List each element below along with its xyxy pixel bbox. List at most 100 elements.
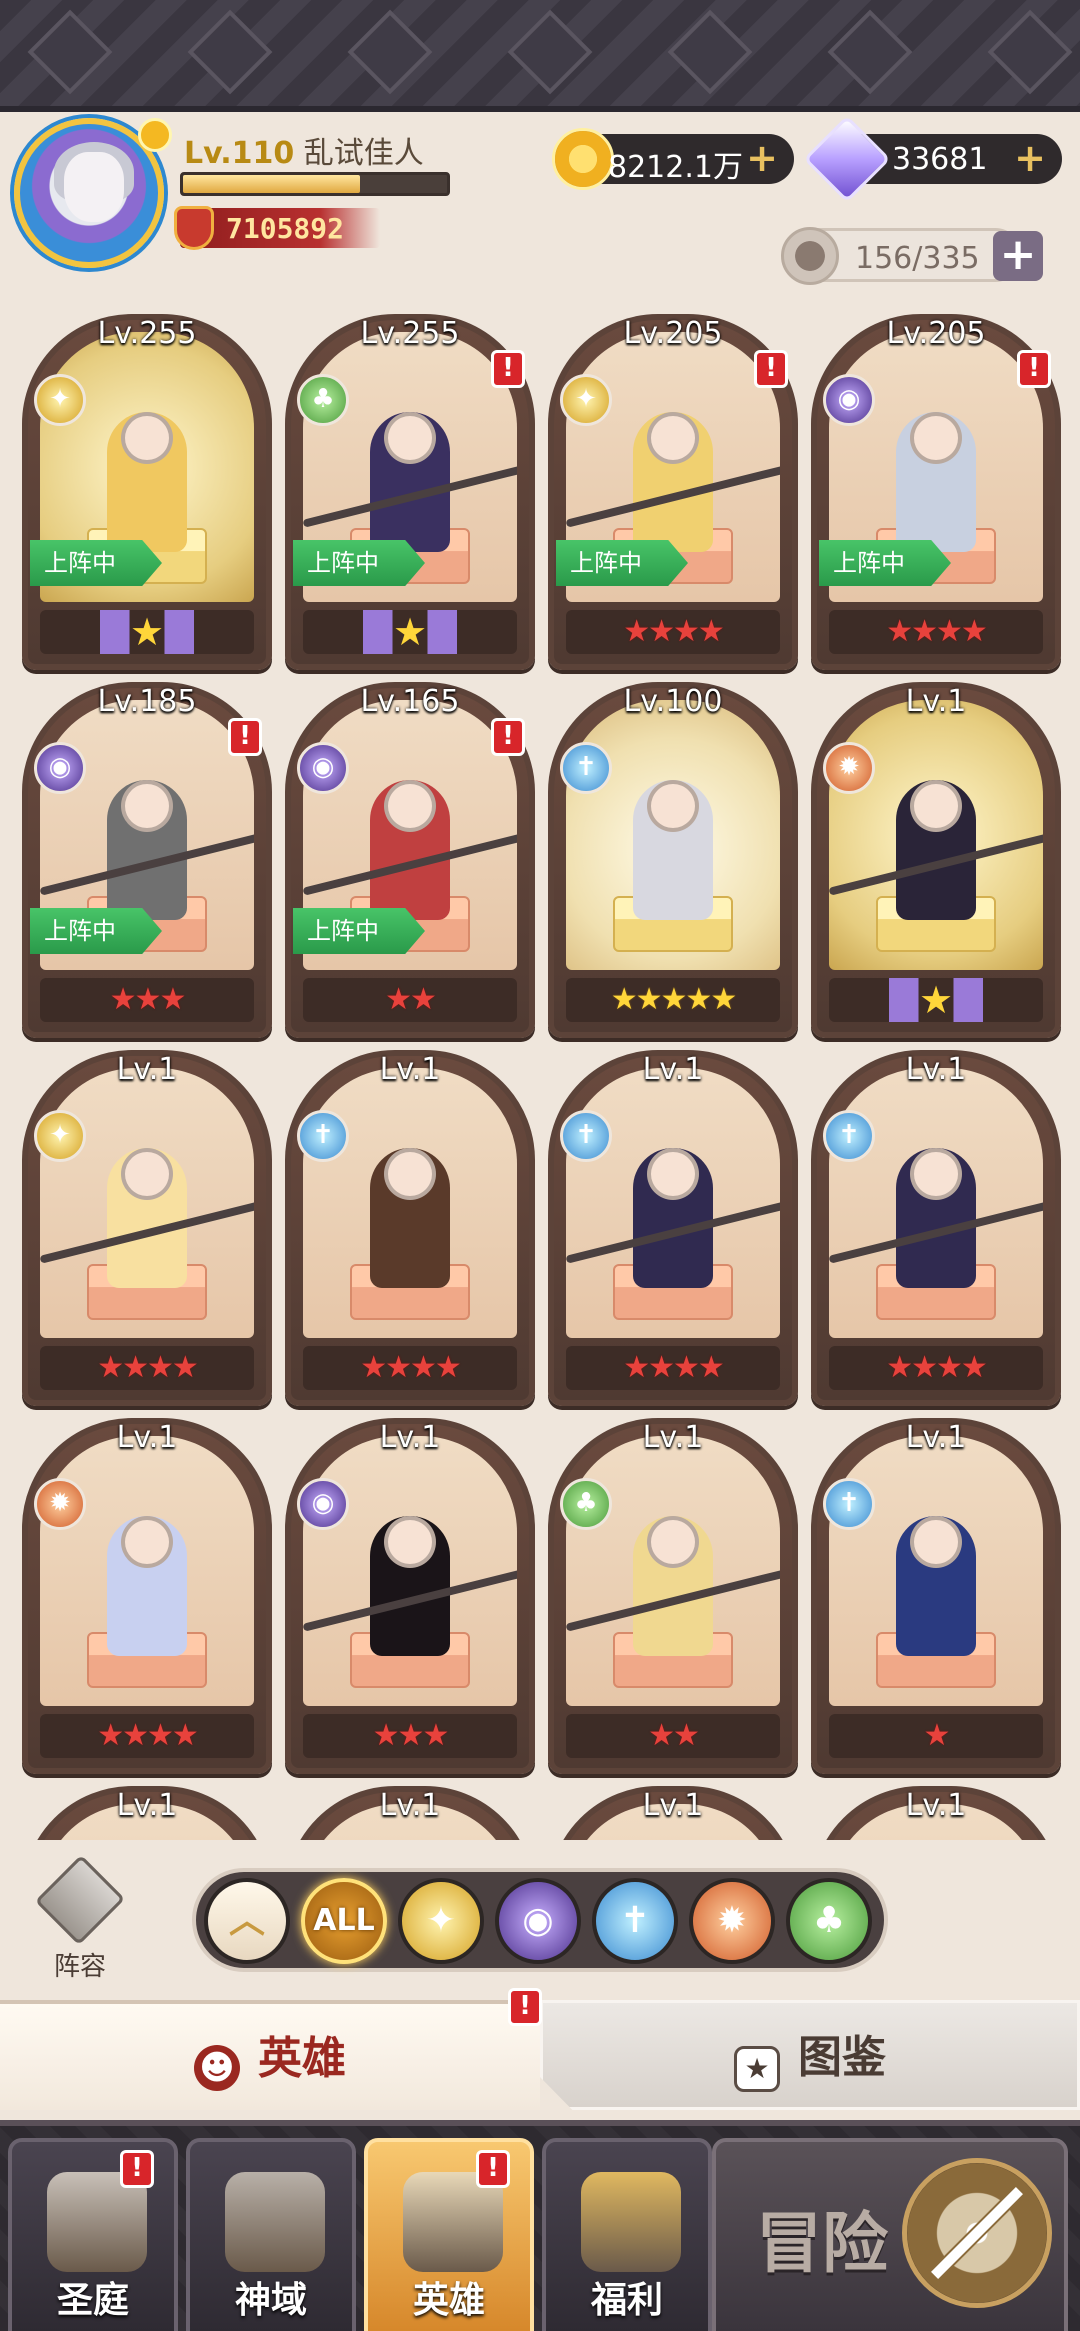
chevron-up-icon[interactable]: ︿ [204,1878,290,1964]
nature-faction-icon[interactable]: ♣ [786,1878,872,1964]
hero-card[interactable]: Lv.1 ✝ ★★★★ [548,1050,798,1406]
hero-weapon [303,464,517,528]
hero-card[interactable]: Lv.1 [285,1786,535,1840]
hero-sprite-head [910,780,962,832]
hero-stars-bar: ★★★ [303,1714,517,1758]
hero-stars: ★ [876,978,996,1022]
light-faction-icon: ✦ [34,1110,86,1162]
hero-card[interactable]: Lv.165 ◉! 上阵中 ★★ [285,682,535,1038]
fire-faction-icon: ✹ [823,742,875,794]
hero-level: Lv.165 [360,684,460,719]
top-decor-band [0,0,1080,112]
hero-card-portrait [40,1436,254,1706]
water-faction-icon: ✝ [560,742,612,794]
hero-card[interactable]: Lv.1 ✦ ★★★★ [22,1050,272,1406]
hero-stars-bar: ★★★★ [566,610,780,654]
hero-level: Lv.1 [905,1420,967,1455]
nav-item-3[interactable]: 福利 [542,2138,712,2331]
filter-row: 阵容 ︿ ALL ✦ ◉ ✝ ✹ ♣ [0,1840,1080,1990]
hero-level: Lv.1 [379,1420,441,1455]
hero-sprite [566,1516,780,1656]
hero-sprite [896,1516,976,1656]
hero-stars: ★★★★★ [610,982,737,1017]
hero-card[interactable]: Lv.1 ✹ ★ [811,682,1061,1038]
decor-diamond [187,9,273,95]
filter-all-button[interactable]: ALL [301,1878,387,1964]
nav-item-label: 圣庭 [56,2280,129,2321]
deployed-tag: 上阵中 [30,908,162,954]
hero-sprite [566,412,780,552]
hero-stars: ★★★ [109,982,187,1017]
nav-item-1[interactable]: 神域 [186,2138,356,2331]
hero-stars-bar: ★★★★ [40,1346,254,1390]
add-gold-button[interactable]: + [744,139,780,177]
deployed-tag: 上阵中 [30,540,162,586]
hero-card[interactable]: Lv.1 [22,1786,272,1840]
hero-level: Lv.1 [642,1052,704,1087]
tab-codex[interactable]: ★ 图鉴 [540,2000,1080,2110]
light-faction-icon[interactable]: ✦ [398,1878,484,1964]
hero-stars: ★★★ [372,1718,450,1753]
fire-faction-icon[interactable]: ✹ [689,1878,775,1964]
hero-stars: ★★ [385,982,437,1017]
divine-realm-icon [225,2172,325,2272]
hero-card[interactable]: Lv.1 ✝ ★★★★ [285,1050,535,1406]
player-avatar[interactable] [14,118,172,268]
player-name: 乱试佳人 [303,136,424,171]
treasure-chest-icon [581,2172,681,2272]
hero-card[interactable]: Lv.185 ◉! 上阵中 ★★★ [22,682,272,1038]
hero-stars-bar: ★★★★ [303,1346,517,1390]
hero-card[interactable]: Lv.100 ✝ ★★★★★ [548,682,798,1038]
hero-card[interactable]: Lv.205 ◉! 上阵中 ★★★★ [811,314,1061,670]
hero-sprite-head [647,1148,699,1200]
nav-alert-badge: ! [476,2150,510,2188]
hero-card[interactable]: Lv.1 ✹ ★★★★ [22,1418,272,1774]
nav-item-2[interactable]: 英雄! [364,2138,534,2331]
hero-card[interactable]: Lv.1 ✝ ★★★★ [811,1050,1061,1406]
hero-stars-bar: ★★★ [40,978,254,1022]
hero-stars-bar: ★ [303,610,517,654]
hero-card[interactable]: Lv.255 ♣! 上阵中 ★ [285,314,535,670]
hero-card[interactable]: Lv.1 ◉ ★★★ [285,1418,535,1774]
hero-card[interactable]: Lv.205 ✦! 上阵中 ★★★★ [548,314,798,670]
tab-heroes[interactable]: ☻ 英雄 [0,2000,540,2110]
nav-item-label: 福利 [590,2280,663,2321]
hero-card[interactable]: Lv.1 [548,1786,798,1840]
player-level: Lv.110 [184,136,295,171]
decor-diamond [827,9,913,95]
hero-weapon [40,1200,254,1264]
hero-sprite [107,1516,187,1656]
water-faction-icon[interactable]: ✝ [592,1878,678,1964]
hero-card[interactable]: Lv.1 [811,1786,1061,1840]
hero-level: Lv.100 [623,684,723,719]
lineup-button[interactable]: 阵容 [30,1854,130,1982]
hero-sprite-head [384,780,436,832]
hero-stars: ★★★★ [623,1350,725,1385]
faction-filter-bar: ︿ ALL ✦ ◉ ✝ ✹ ♣ [192,1868,888,1972]
hero-card-portrait [566,700,780,970]
nav-item-0[interactable]: 圣庭! [8,2138,178,2331]
hero-slot-icon [781,227,839,285]
hero-level: Lv.205 [886,316,986,351]
hero-card[interactable]: Lv.1 ✝ ★ [811,1418,1061,1774]
avatar-face [64,152,124,222]
hero-card[interactable]: Lv.1 ♣ ★★ [548,1418,798,1774]
dark-faction-icon: ◉ [823,374,875,426]
water-faction-icon: ✝ [823,1110,875,1162]
hero-sprite-head [121,780,173,832]
hero-sprite-head [384,1148,436,1200]
tab-codex-label: 图鉴 [798,2032,886,2083]
hero-sprite [40,780,254,920]
add-gems-button[interactable]: + [1012,139,1048,177]
gold-coin-icon [552,128,614,190]
decor-diamond [987,9,1073,95]
dark-faction-icon[interactable]: ◉ [495,1878,581,1964]
hero-capacity-value: 156/335 [855,241,980,276]
adventure-button[interactable]: 冒险 [712,2138,1068,2331]
hero-card[interactable]: Lv.255 ✦ 上阵中 ★ [22,314,272,670]
nature-faction-icon: ♣ [297,374,349,426]
expand-capacity-button[interactable]: + [993,231,1043,281]
diamond-gem-icon [803,115,891,203]
hero-sprite [896,412,976,552]
power-shield-icon [174,206,214,250]
